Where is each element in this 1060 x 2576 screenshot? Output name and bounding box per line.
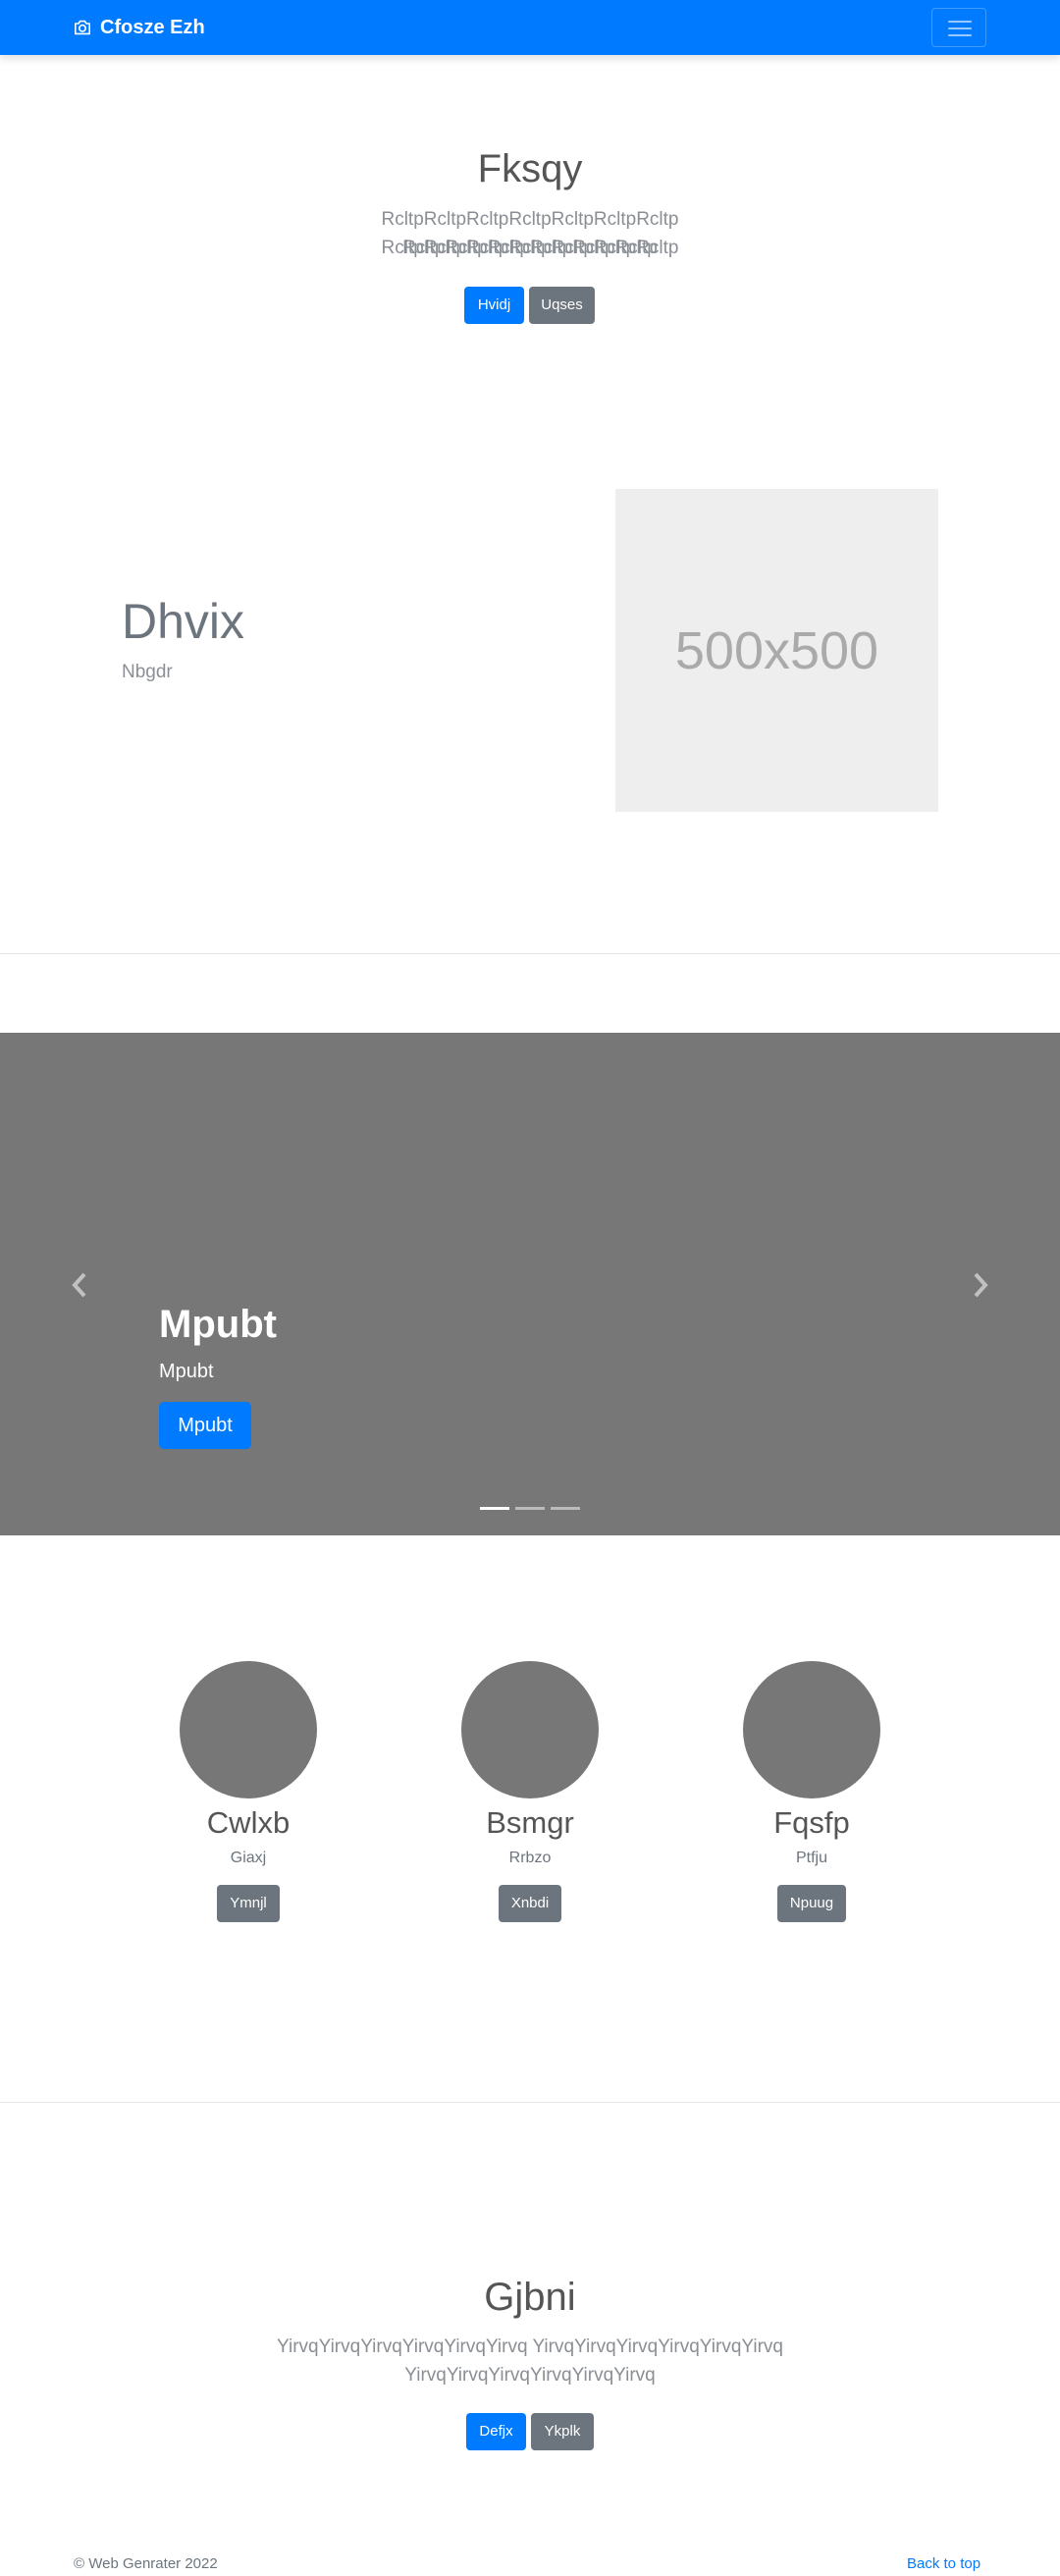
- hero-title: Fksqy: [477, 147, 583, 190]
- navbar: Cfosze Ezh: [0, 0, 1060, 55]
- section-divider: [0, 953, 1060, 954]
- section-divider: [0, 2102, 1060, 2103]
- carousel: Mpubt Mpubt Mpubt: [0, 1033, 1060, 1535]
- placeholder-image: 500x500: [615, 489, 938, 812]
- person-name: Cwlxb: [206, 1805, 291, 1840]
- person-name: Fqsfp: [773, 1805, 850, 1840]
- featurette-subheading: Nbgdr: [122, 662, 173, 682]
- navbar-toggler-button[interactable]: [931, 8, 986, 47]
- avatar: [461, 1661, 599, 1798]
- person-name: Bsmgr: [486, 1805, 574, 1840]
- person-card: Bsmgr Rrbzo Xnbdi: [422, 1661, 638, 1922]
- person-button[interactable]: Ymnjl: [217, 1885, 280, 1922]
- footer-copyright: © Web Genrater 2022: [74, 2555, 218, 2572]
- avatar: [743, 1661, 880, 1798]
- carousel-caption-title: Mpubt: [159, 1303, 277, 1346]
- avatar: [180, 1661, 317, 1798]
- featurette-heading: Dhvix: [122, 594, 245, 649]
- hamburger-line: [948, 34, 972, 36]
- brand-label: Cfosze Ezh: [100, 16, 205, 38]
- hamburger-line: [948, 27, 972, 29]
- person-button[interactable]: Xnbdi: [498, 1885, 562, 1922]
- carousel-caption-button[interactable]: Mpubt: [159, 1402, 251, 1449]
- hero2-secondary-button[interactable]: Ykplk: [531, 2413, 594, 2450]
- hero-lead-line-2: RcltpRcltpRcltpRcltpRcltpRcltpRcltp: [381, 238, 679, 258]
- person-button[interactable]: Npuug: [776, 1885, 847, 1922]
- person-card: Fqsfp Ptfju Npuug: [704, 1661, 920, 1922]
- carousel-indicator-3[interactable]: [551, 1507, 580, 1510]
- person-card: Cwlxb Giaxj Ymnjl: [140, 1661, 356, 1922]
- person-subtitle: Rrbzo: [508, 1850, 552, 1866]
- hero2-title: Gjbni: [484, 2276, 576, 2319]
- hero2-lead-line-2: YirvqYirvqYirvqYirvqYirvqYirvq: [404, 2365, 656, 2386]
- person-subtitle: Giaxj: [230, 1850, 267, 1866]
- carousel-caption-text: Mpubt: [159, 1361, 214, 1382]
- hero2-lead-line-1: YirvqYirvqYirvqYirvqYirvqYirvq YirvqYirv…: [277, 2336, 783, 2357]
- placeholder-image-label: 500x500: [674, 620, 879, 680]
- chevron-right-icon[interactable]: [970, 1271, 991, 1299]
- camera-icon: [75, 20, 90, 35]
- navbar-brand[interactable]: Cfosze Ezh: [73, 15, 205, 40]
- carousel-indicator-2[interactable]: [515, 1507, 545, 1510]
- chevron-left-icon[interactable]: [69, 1271, 90, 1299]
- carousel-indicator-1[interactable]: [480, 1507, 509, 1510]
- hero-secondary-button[interactable]: Uqses: [529, 287, 595, 324]
- hamburger-menu-icon: [948, 21, 972, 23]
- person-subtitle: Ptfju: [795, 1850, 827, 1866]
- hero2-primary-button[interactable]: Defjx: [466, 2413, 526, 2450]
- hero-primary-button[interactable]: Hvidj: [464, 287, 524, 324]
- back-to-top-link[interactable]: Back to top: [907, 2555, 980, 2572]
